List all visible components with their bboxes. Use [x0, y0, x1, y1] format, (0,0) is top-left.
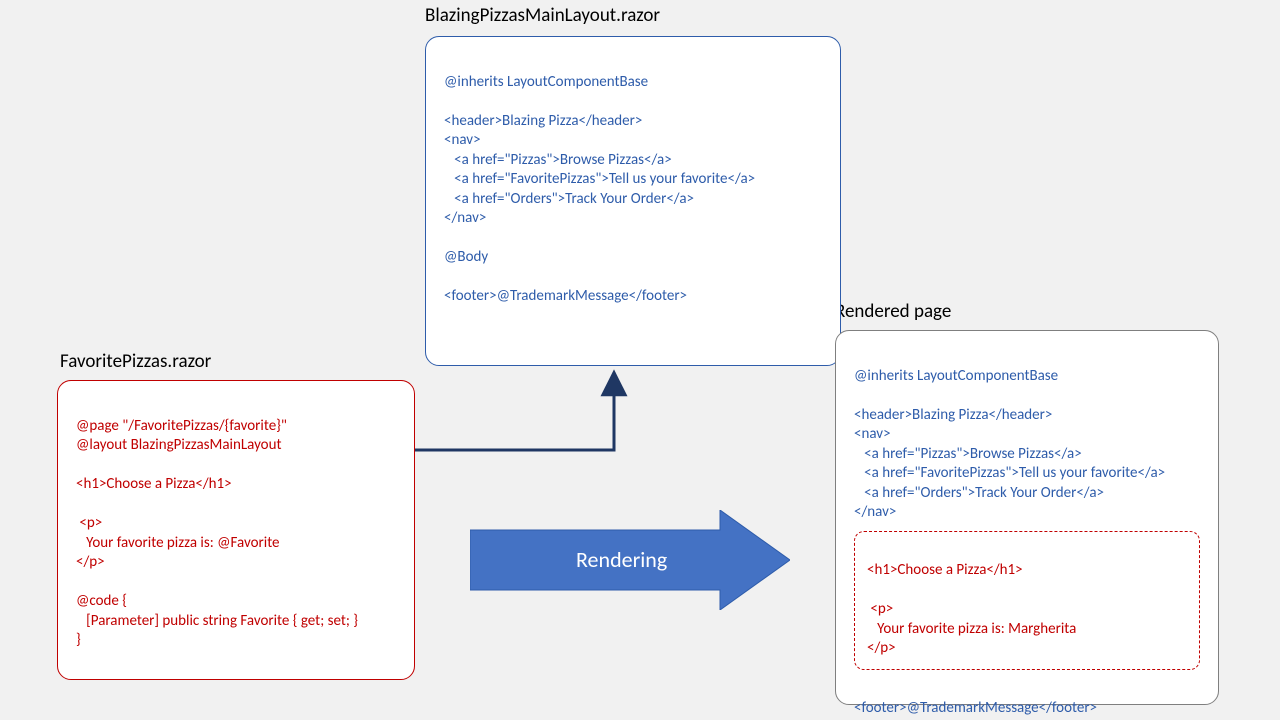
layout-connector-arrow [0, 0, 1280, 720]
rendering-arrow-icon [470, 510, 790, 610]
